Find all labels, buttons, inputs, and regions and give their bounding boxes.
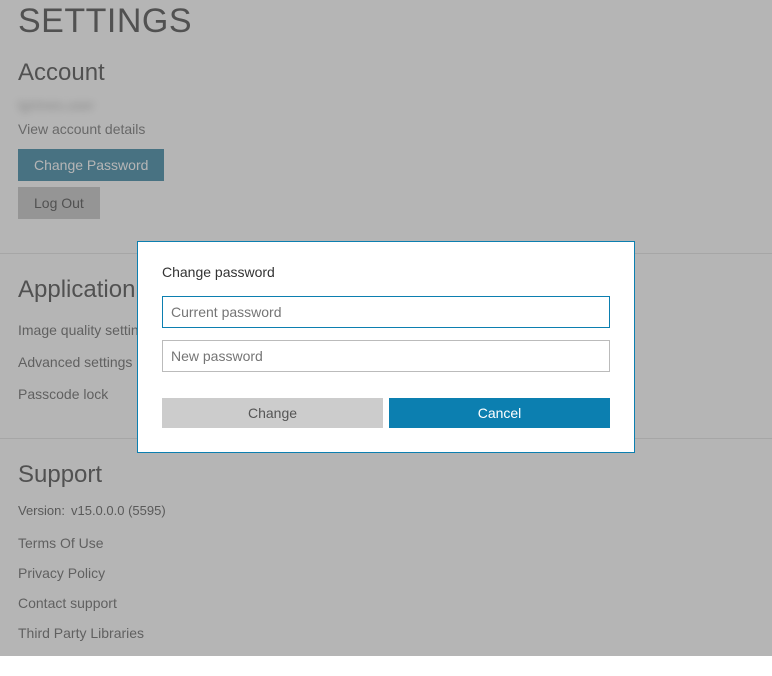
current-password-input[interactable] [162, 296, 610, 328]
modal-cancel-button[interactable]: Cancel [389, 398, 610, 428]
modal-title: Change password [162, 264, 610, 280]
change-password-modal: Change password Change Cancel [137, 241, 635, 453]
modal-change-button[interactable]: Change [162, 398, 383, 428]
new-password-input[interactable] [162, 340, 610, 372]
modal-overlay: Change password Change Cancel [0, 0, 772, 656]
